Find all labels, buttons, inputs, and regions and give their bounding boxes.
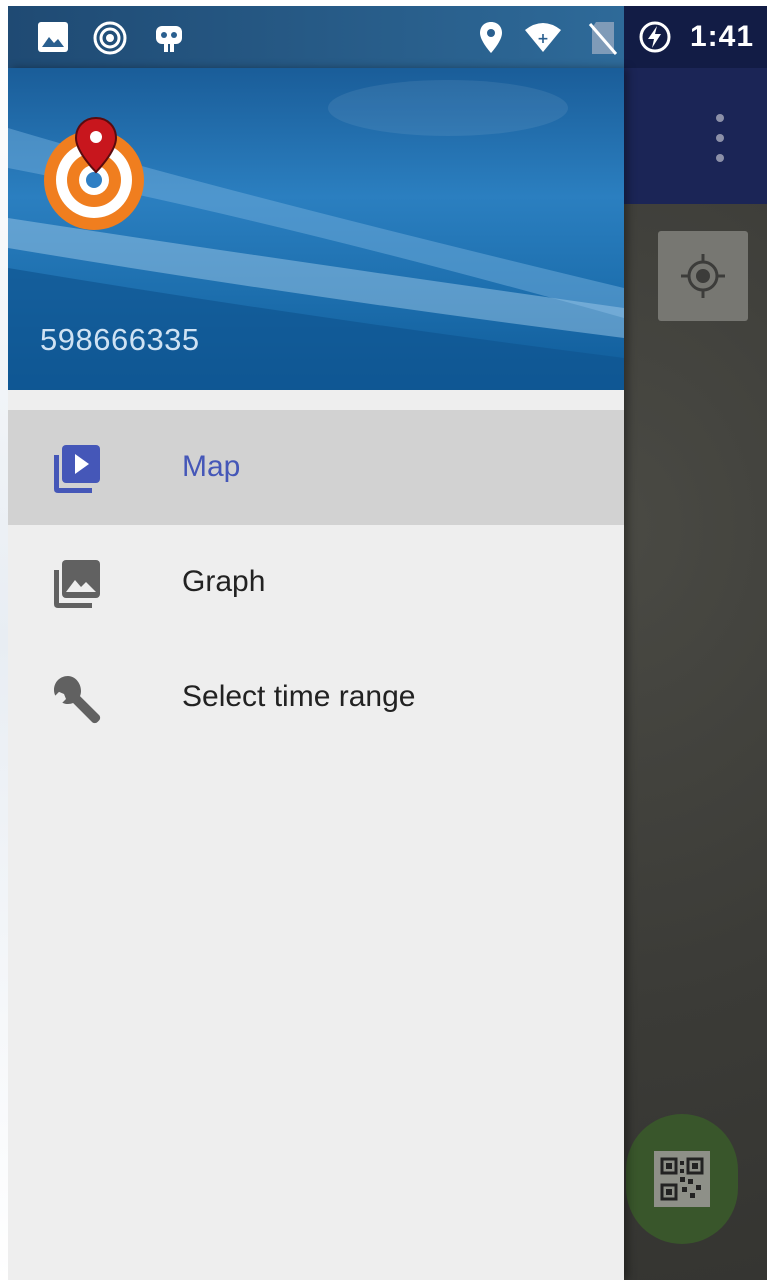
qr-code-icon	[654, 1151, 710, 1207]
no-sim-icon	[588, 22, 618, 55]
account-id: 598666335	[40, 322, 200, 357]
video-library-icon	[54, 445, 100, 493]
app-logo-icon	[44, 116, 144, 230]
overflow-menu-icon[interactable]	[714, 114, 726, 162]
battery-charging-icon	[639, 21, 671, 53]
image-icon	[38, 22, 68, 52]
drawer-item-label: Select time range	[182, 680, 416, 713]
svg-text:+: +	[537, 31, 549, 47]
crosshair-icon	[681, 254, 725, 298]
radar-icon	[93, 21, 127, 55]
qr-scan-button[interactable]	[626, 1114, 738, 1244]
drawer-header: 598666335	[8, 68, 624, 390]
wifi-icon: +	[525, 23, 561, 52]
drawer-item-select-time-range[interactable]: Select time range	[8, 640, 624, 755]
photo-library-icon	[54, 560, 100, 608]
clock-time: 1:41	[690, 20, 755, 53]
navigation-drawer: 598666335 Map Graph Select time range	[8, 68, 624, 1280]
drawer-menu: Map Graph Select time range	[8, 410, 624, 755]
status-bar: + 1:41	[8, 6, 767, 68]
drawer-item-map[interactable]: Map	[8, 410, 624, 525]
drawer-item-graph[interactable]: Graph	[8, 525, 624, 640]
drawer-item-label: Graph	[182, 565, 266, 598]
my-location-button[interactable]	[658, 231, 748, 321]
phone-screen: + 1:41 598666335 Map Graph Select time r…	[8, 6, 767, 1280]
wrench-icon	[54, 676, 101, 724]
robot-icon	[156, 26, 182, 52]
location-pin-icon	[480, 22, 502, 53]
drawer-item-label: Map	[182, 450, 241, 483]
